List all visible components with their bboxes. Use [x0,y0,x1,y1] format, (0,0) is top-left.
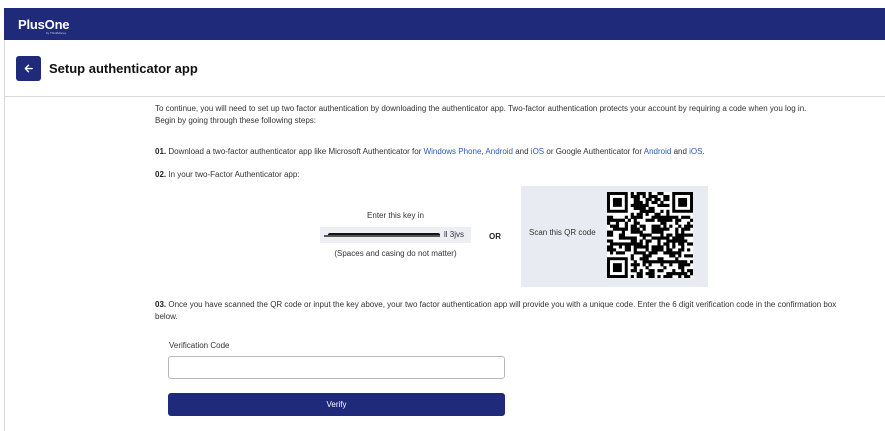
step-text: or Google Authenticator for [544,147,644,156]
verification-code-input[interactable] [168,356,505,379]
step-2: 02. In your two-Factor Authenticator app… [155,169,865,181]
plusone-logo[interactable]: PlusOne [18,17,70,32]
step-number: 03. [155,300,167,309]
link-google-android[interactable]: Android [644,147,672,156]
step-end: . [702,147,705,156]
redacted-key-mark [324,235,440,237]
step-text: Once you have scanned the QR code or inp… [155,300,837,321]
conjunction: and [671,147,690,156]
step-text: Download a two-factor authenticator app … [166,147,424,156]
arrow-left-icon [24,64,33,73]
secret-key-box[interactable]: ll 3jvs [320,227,471,243]
page: PlusOne by ThinkMoney Setup authenticato… [0,0,885,431]
qr-panel: Scan this QR code [521,186,708,287]
manual-key-block: Enter this key in ll 3jvs (Spaces and ca… [318,209,473,263]
verification-code-label: Verification Code [169,341,230,350]
intro-text: To continue, you will need to set up two… [155,103,865,126]
intro-line-1: To continue, you will need to set up two… [155,104,807,113]
top-navbar: PlusOne by ThinkMoney [4,8,885,40]
conjunction: and [513,147,531,156]
page-header: Setup authenticator app [5,40,885,97]
verify-button[interactable]: Verify [168,393,505,416]
step-1: 01. Download a two-factor authenticator … [155,146,865,158]
page-title: Setup authenticator app [49,61,198,76]
link-ms-android[interactable]: Android [485,147,513,156]
link-google-ios[interactable]: iOS [689,147,702,156]
key-note: (Spaces and casing do not matter) [334,249,457,258]
step-3: 03. Once you have scanned the QR code or… [155,299,845,322]
step-number: 01. [155,147,167,156]
qr-label: Scan this QR code [529,228,596,237]
step-text: In your two-Factor Authenticator app: [166,170,300,179]
link-windows-phone[interactable]: Windows Phone [424,147,482,156]
key-label: Enter this key in [367,211,424,220]
left-divider [4,40,5,431]
back-button[interactable] [16,56,41,81]
or-separator: OR [489,232,501,241]
secret-key-tail: ll 3jvs [444,230,465,239]
qr-code-image [607,192,693,278]
intro-line-2: Begin by going through these following s… [155,115,316,125]
logo-subtitle: by ThinkMoney [46,31,67,35]
step-number: 02. [155,170,167,179]
link-ms-ios[interactable]: iOS [531,147,544,156]
